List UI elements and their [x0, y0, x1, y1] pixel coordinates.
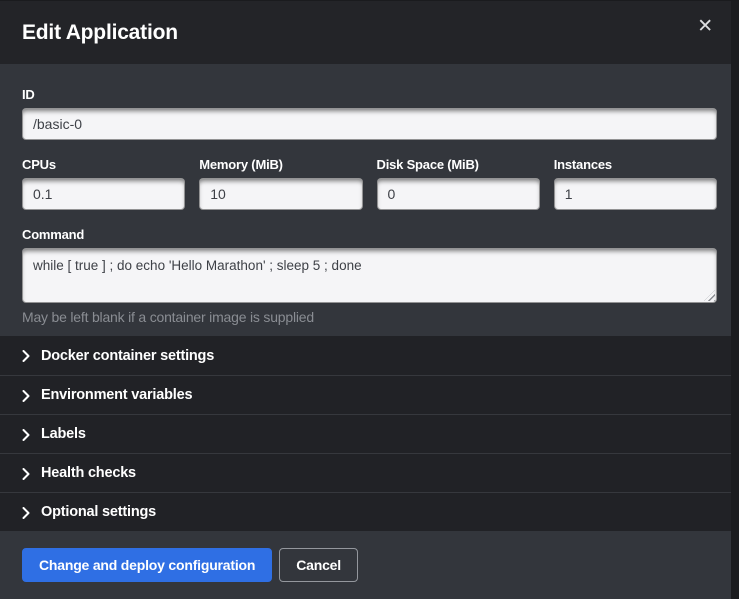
chevron-right-icon: [22, 429, 30, 441]
section-optional-settings[interactable]: Optional settings: [0, 492, 739, 531]
resources-row: CPUs Memory (MiB) Disk Space (MiB) Insta…: [22, 157, 717, 210]
section-label: Environment variables: [41, 387, 192, 403]
chevron-right-icon: [22, 468, 30, 480]
chevron-right-icon: [22, 350, 30, 362]
cpus-input[interactable]: [22, 178, 185, 210]
close-icon[interactable]: ✕: [693, 15, 717, 38]
collapsible-sections: Docker container settings Environment va…: [0, 336, 739, 531]
command-label: Command: [22, 227, 717, 243]
edit-application-modal: Edit Application ✕ ID CPUs Memory (MiB) …: [0, 0, 739, 599]
disk-space-field: Disk Space (MiB): [377, 157, 540, 210]
command-helper-text: May be left blank if a container image i…: [22, 309, 717, 325]
id-field-group: ID: [22, 87, 717, 140]
disk-space-input[interactable]: [377, 178, 540, 210]
instances-field: Instances: [554, 157, 717, 210]
instances-label: Instances: [554, 157, 717, 173]
page-edge-strip: [731, 1, 739, 599]
edit-application-form: ID CPUs Memory (MiB) Disk Space (MiB) In…: [0, 64, 739, 336]
id-input[interactable]: [22, 108, 717, 140]
memory-label: Memory (MiB): [199, 157, 362, 173]
command-field-group: Command while [ true ] ; do echo 'Hello …: [22, 227, 717, 325]
section-label: Health checks: [41, 465, 136, 481]
memory-input[interactable]: [199, 178, 362, 210]
change-and-deploy-button[interactable]: Change and deploy configuration: [22, 548, 272, 582]
page-title: Edit Application: [22, 21, 178, 45]
chevron-right-icon: [22, 507, 30, 519]
command-textarea[interactable]: while [ true ] ; do echo 'Hello Marathon…: [22, 248, 717, 303]
section-health-checks[interactable]: Health checks: [0, 453, 739, 492]
modal-footer: Change and deploy configuration Cancel: [0, 531, 739, 599]
section-labels[interactable]: Labels: [0, 414, 739, 453]
cpus-field: CPUs: [22, 157, 185, 210]
memory-field: Memory (MiB): [199, 157, 362, 210]
cpus-label: CPUs: [22, 157, 185, 173]
chevron-right-icon: [22, 390, 30, 402]
section-label: Docker container settings: [41, 348, 214, 364]
modal-header: Edit Application ✕: [0, 1, 739, 64]
id-label: ID: [22, 87, 717, 103]
section-environment-variables[interactable]: Environment variables: [0, 375, 739, 414]
section-docker-container-settings[interactable]: Docker container settings: [0, 336, 739, 375]
section-label: Labels: [41, 426, 86, 442]
instances-input[interactable]: [554, 178, 717, 210]
disk-space-label: Disk Space (MiB): [377, 157, 540, 173]
section-label: Optional settings: [41, 504, 156, 520]
cancel-button[interactable]: Cancel: [279, 548, 358, 582]
